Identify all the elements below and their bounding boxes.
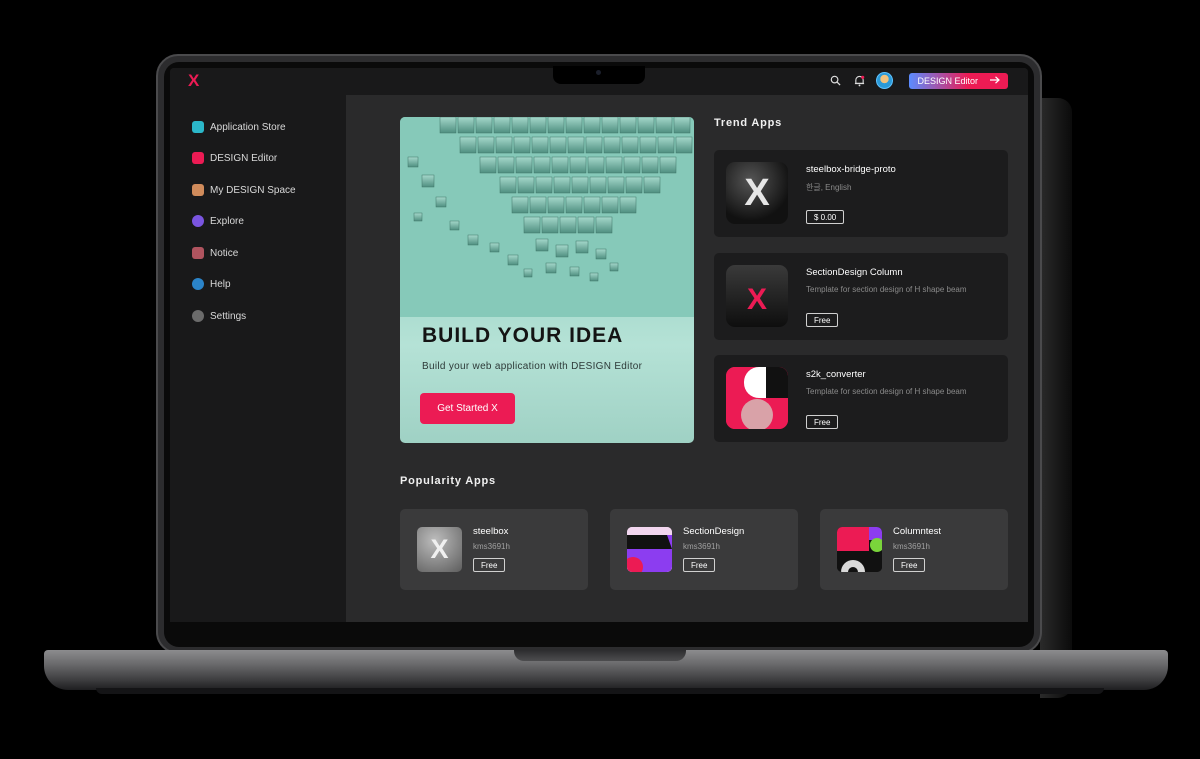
sidebar-item-label: Application Store (210, 121, 286, 133)
shapes-icon (726, 367, 788, 429)
trend-app-card[interactable]: X steelbox-bridge-proto 한글, English $ 0.… (714, 150, 1008, 237)
sidebar-item-label: DESIGN Editor (210, 152, 278, 164)
hero-subtitle: Build your web application with DESIGN E… (422, 361, 643, 372)
laptop-mockup: X DESIGN Editor Application Store DESIGN… (0, 0, 1200, 759)
app-thumbnail (726, 367, 788, 429)
x-logo-icon: X (430, 534, 449, 564)
price-badge: $ 0.00 (806, 210, 845, 224)
notice-icon (192, 247, 204, 259)
sidebar-item-my-design-space[interactable]: My DESIGN Space (192, 184, 296, 196)
sidebar-item-label: Help (210, 278, 231, 290)
sidebar-item-settings[interactable]: Settings (192, 310, 246, 322)
hero-title: BUILD YOUR IDEA (422, 324, 624, 347)
price-badge: Free (806, 313, 839, 327)
compass-icon (192, 215, 204, 227)
sidebar-item-label: My DESIGN Space (210, 184, 296, 196)
app-name: steelbox-bridge-proto (806, 164, 896, 175)
trend-apps-title: Trend Apps (714, 117, 783, 129)
x-logo-icon: X (746, 283, 767, 316)
popularity-apps-title: Popularity Apps (400, 475, 496, 487)
get-started-button[interactable]: Get Started X (420, 393, 515, 424)
sidebar-item-explore[interactable]: Explore (192, 215, 244, 227)
avatar[interactable] (876, 72, 894, 89)
store-icon (192, 121, 204, 133)
popular-app-card[interactable]: Columntest kms3691h Free (820, 509, 1008, 590)
design-editor-button[interactable]: DESIGN Editor (909, 72, 1008, 89)
sidebar: Application Store DESIGN Editor My DESIG… (170, 95, 346, 622)
app-description: 한글, English (806, 183, 852, 192)
arrow-right-icon (990, 75, 1000, 86)
price-badge: Free (473, 558, 506, 572)
laptop-shadow (1040, 98, 1072, 698)
sidebar-item-help[interactable]: Help (192, 278, 231, 290)
hero-cubes-image (400, 117, 694, 317)
popular-app-card[interactable]: SectionDesign kms3691h Free (610, 509, 798, 590)
hero-banner: BUILD YOUR IDEA Build your web applicati… (400, 117, 694, 443)
app-author: kms3691h (683, 542, 720, 551)
app-author: kms3691h (893, 542, 930, 551)
price-badge: Free (683, 558, 716, 572)
popular-app-card[interactable]: X steelbox kms3691h Free (400, 509, 588, 590)
sidebar-item-label: Explore (210, 215, 244, 227)
app-description: Template for section design of H shape b… (806, 285, 967, 294)
camera (596, 70, 601, 75)
shapes-icon (627, 527, 672, 572)
laptop-groove (514, 650, 686, 661)
help-icon (192, 278, 204, 290)
top-actions: DESIGN Editor (828, 72, 1008, 89)
app-thumbnail: X (417, 527, 462, 572)
app-name: s2k_converter (806, 369, 866, 380)
gear-icon (192, 310, 204, 322)
price-badge: Free (893, 558, 926, 572)
app-author: kms3691h (473, 542, 510, 551)
main-content: BUILD YOUR IDEA Build your web applicati… (346, 95, 1028, 622)
sidebar-item-label: Settings (210, 310, 247, 322)
app-description: Template for section design of H shape b… (806, 387, 967, 396)
camera-notch (553, 66, 645, 84)
trend-app-card[interactable]: s2k_converter Template for section desig… (714, 355, 1008, 442)
bell-icon[interactable] (852, 74, 866, 88)
sidebar-item-application-store[interactable]: Application Store (192, 121, 286, 133)
shapes-icon (837, 527, 882, 572)
sidebar-item-design-editor[interactable]: DESIGN Editor (192, 152, 277, 164)
app-name: steelbox (473, 526, 509, 537)
sidebar-item-notice[interactable]: Notice (192, 247, 238, 259)
app-logo[interactable]: X (188, 71, 199, 91)
app-name: SectionDesign (683, 526, 745, 537)
app-thumbnail (837, 527, 882, 572)
laptop-feet (96, 688, 1104, 694)
app-thumbnail (627, 527, 672, 572)
x-logo-icon: X (744, 171, 770, 214)
app-thumbnail: X (726, 162, 788, 224)
app-thumbnail: X (726, 265, 788, 327)
price-badge: Free (806, 415, 839, 429)
app-name: Columntest (893, 526, 942, 537)
space-icon (192, 184, 204, 196)
editor-icon (192, 152, 204, 164)
app-name: SectionDesign Column (806, 267, 903, 278)
app-screen: X DESIGN Editor Application Store DESIGN… (170, 68, 1028, 622)
sidebar-item-label: Notice (210, 247, 239, 259)
trend-app-card[interactable]: X SectionDesign Column Template for sect… (714, 253, 1008, 340)
design-editor-button-label: DESIGN Editor (917, 75, 978, 86)
search-icon[interactable] (828, 74, 842, 88)
